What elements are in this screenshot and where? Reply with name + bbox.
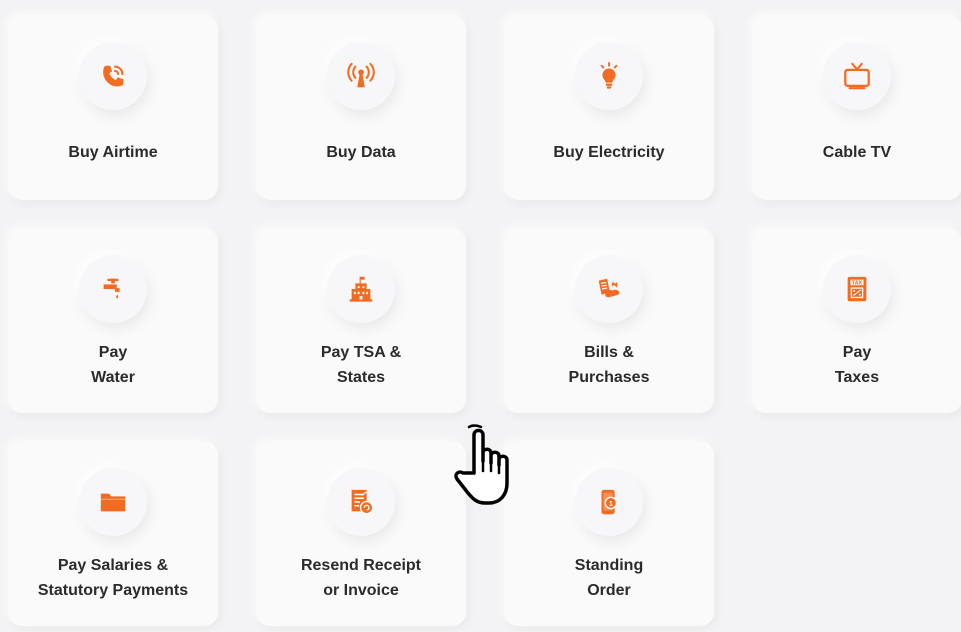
service-label: Pay Water — [8, 340, 218, 390]
service-label-line: Purchases — [568, 369, 650, 386]
service-label-line: Buy Electricity — [553, 144, 665, 161]
service-card-standing-order[interactable]: 1 Standing Order — [504, 441, 714, 626]
bill-hand-icon — [575, 255, 643, 323]
service-card-buy-airtime[interactable]: Buy Airtime — [8, 15, 218, 200]
service-card-pay-water[interactable]: Pay Water — [8, 228, 218, 413]
tax-document-icon: TAX — [823, 255, 891, 323]
service-label-line: States — [336, 369, 386, 386]
government-building-icon — [327, 255, 395, 323]
service-label-line: Buy Airtime — [68, 144, 158, 161]
phone-icon — [79, 42, 147, 110]
service-label-line: Resend Receipt — [300, 557, 422, 574]
service-label-line: Buy Data — [326, 144, 396, 161]
service-card-bills-purchases[interactable]: Bills & Purchases — [504, 228, 714, 413]
service-label-line: Standing — [574, 557, 644, 574]
service-label: Bills & Purchases — [504, 340, 714, 390]
service-label-line: Pay — [842, 344, 872, 361]
service-card-pay-tsa-states[interactable]: Pay TSA & States — [256, 228, 466, 413]
service-label: Pay Salaries & Statutory Payments — [8, 553, 218, 603]
service-label-line: Taxes — [834, 369, 880, 386]
service-label: Pay TSA & States — [256, 340, 466, 390]
service-card-pay-taxes[interactable]: TAX Pay Taxes — [752, 228, 961, 413]
service-label-line: Pay Salaries & — [57, 557, 169, 574]
receipt-icon — [327, 468, 395, 536]
hand-pointer-icon — [454, 424, 509, 505]
water-tap-icon — [79, 255, 147, 323]
service-label-line: Pay TSA & — [320, 344, 402, 361]
service-label: Resend Receipt or Invoice — [256, 553, 466, 603]
folder-icon — [79, 468, 147, 536]
service-label-line: Statutory Payments — [37, 582, 189, 599]
broadcast-antenna-icon — [327, 42, 395, 110]
service-label-line: Water — [91, 369, 135, 386]
service-card-pay-salaries[interactable]: Pay Salaries & Statutory Payments — [8, 441, 218, 626]
service-label: Cable TV — [752, 140, 961, 165]
services-grid: Buy Airtime Buy Data Buy Electricity Cab… — [0, 0, 961, 632]
tv-icon — [823, 42, 891, 110]
service-label-line: Pay — [98, 344, 128, 361]
service-card-cable-tv[interactable]: Cable TV — [752, 15, 961, 200]
service-card-buy-data[interactable]: Buy Data — [256, 15, 466, 200]
mobile-order-icon: 1 — [575, 468, 643, 536]
service-label: Pay Taxes — [752, 340, 961, 390]
service-label-line: or Invoice — [323, 582, 399, 599]
service-label: Buy Electricity — [504, 140, 714, 165]
lightbulb-icon — [575, 42, 643, 110]
service-card-buy-electricity[interactable]: Buy Electricity — [504, 15, 714, 200]
service-label-line: Order — [587, 582, 631, 599]
svg-text:1: 1 — [609, 499, 613, 508]
service-label-line: Cable TV — [822, 144, 892, 161]
service-label: Buy Data — [256, 140, 466, 165]
service-card-resend-receipt[interactable]: Resend Receipt or Invoice — [256, 441, 466, 626]
service-label: Standing Order — [504, 553, 714, 603]
svg-text:TAX: TAX — [852, 280, 862, 286]
service-label-line: Bills & — [584, 344, 634, 361]
service-label: Buy Airtime — [8, 140, 218, 165]
